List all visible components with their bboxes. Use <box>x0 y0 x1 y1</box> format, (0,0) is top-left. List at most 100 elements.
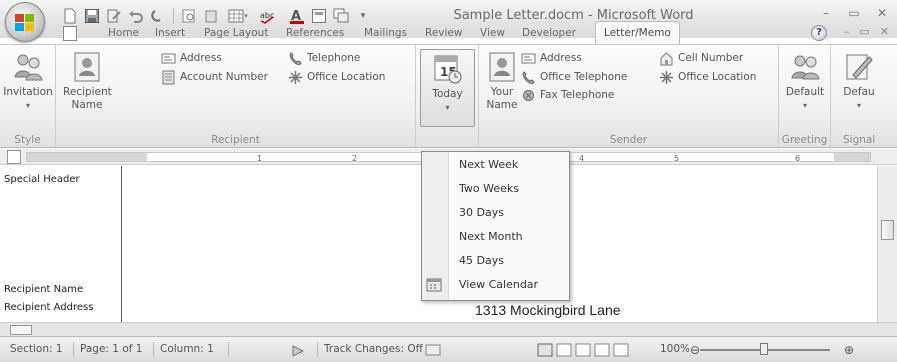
invitation-button[interactable]: Invitation ▾ <box>1 51 55 112</box>
signal-group: Defau ▾ Signal <box>831 45 897 149</box>
tab-page-layout[interactable]: Page Layout <box>204 22 268 44</box>
tab-review[interactable]: Review <box>425 22 462 44</box>
telephone-icon <box>522 70 535 84</box>
macro-recording-icon[interactable] <box>290 343 306 362</box>
house-icon <box>660 51 673 65</box>
recipient-telephone-button[interactable]: Telephone <box>288 49 360 67</box>
chevron-down-icon: ▾ <box>445 103 450 112</box>
calendar-clock-icon: 15 <box>434 55 461 84</box>
sender-office-location-button[interactable]: Office Location <box>659 68 756 86</box>
style-group-label: Style <box>14 134 41 146</box>
horizontal-scroll-thumb[interactable] <box>10 325 32 335</box>
telephone-label: Telephone <box>307 52 361 64</box>
insert-mode-icon[interactable] <box>425 343 441 360</box>
contact-card-icon <box>489 52 515 82</box>
doc-restore-button[interactable]: ▭ <box>859 25 869 38</box>
greeting-default-button[interactable]: Default ▾ <box>783 51 827 112</box>
office-telephone-button[interactable]: Office Telephone <box>521 68 627 86</box>
zoom-out-button[interactable]: ⊖ <box>690 343 700 357</box>
menu-item-next-month[interactable]: Next Month <box>450 225 568 249</box>
horizontal-scrollbar[interactable] <box>0 322 897 336</box>
fax-telephone-label: Fax Telephone <box>540 89 615 101</box>
minus-icon: ⊖ <box>690 343 701 357</box>
contact-card-icon <box>74 52 100 82</box>
greeting-default-label: Default <box>785 86 825 98</box>
cell-number-button[interactable]: Cell Number <box>659 49 743 67</box>
view-calendar-label: View Calendar <box>459 278 539 291</box>
separator <box>73 342 74 357</box>
fax-telephone-button[interactable]: Fax Telephone <box>521 86 614 104</box>
recipient-address-button[interactable]: Address <box>161 49 222 67</box>
sender-address-button[interactable]: Address <box>521 49 582 67</box>
your-name-label-2: Name <box>486 99 518 111</box>
ruler-number: 2 <box>352 154 358 163</box>
zoom-level[interactable]: 100% <box>660 343 690 355</box>
account-number-button[interactable]: Account Number <box>161 68 268 86</box>
tab-home[interactable]: Home <box>108 22 139 44</box>
view-buttons <box>537 343 633 360</box>
signal-group-label: Signal <box>843 134 876 146</box>
close-button[interactable]: ✕ <box>873 5 891 21</box>
view-layout-icons[interactable] <box>537 343 633 357</box>
vertical-scroll-thumb[interactable] <box>881 220 894 240</box>
address-card-icon <box>161 53 176 63</box>
people-icon <box>791 55 820 80</box>
document-window-controls: – ▭ ✕ <box>844 25 889 38</box>
menu-item-two-weeks[interactable]: Two Weeks <box>450 177 568 201</box>
tab-selector-button[interactable] <box>7 150 21 164</box>
style-recipient-name: Recipient Name <box>4 284 84 295</box>
doc-close-button[interactable]: ✕ <box>880 25 889 38</box>
zoom-slider-thumb[interactable] <box>760 343 768 355</box>
ruler-number: 1 <box>257 154 263 163</box>
ribbon: Invitation ▾ Style Recipient Name Addres… <box>0 44 897 149</box>
minimize-button[interactable]: – <box>817 5 835 21</box>
signature-pen-icon <box>846 54 873 80</box>
menu-item-next-week[interactable]: Next Week <box>450 153 568 177</box>
menu-item-45-days[interactable]: 45 Days <box>450 249 568 273</box>
recipient-name-button[interactable]: Recipient Name <box>63 51 112 112</box>
plus-icon: ⊕ <box>844 343 855 357</box>
status-column[interactable]: Column: 1 <box>160 343 214 355</box>
office-logo-icon <box>15 14 34 31</box>
window-controls: – ▭ ✕ <box>817 5 891 21</box>
separator <box>153 342 154 357</box>
status-page[interactable]: Page: 1 of 1 <box>80 343 142 355</box>
ribbon-tabs: Home Insert Page Layout References Maili… <box>0 21 897 45</box>
style-group: Invitation ▾ Style <box>0 45 56 149</box>
zoom-in-button[interactable]: ⊕ <box>844 343 854 357</box>
people-icon <box>14 54 43 81</box>
doc-minimize-button[interactable]: – <box>844 25 850 38</box>
body-text-line[interactable]: 1313 Mockingbird Lane <box>475 302 621 318</box>
tab-view[interactable]: View <box>480 22 505 44</box>
tab-letter-memo[interactable]: Letter/Memo <box>595 21 680 45</box>
document-mode-icon <box>425 344 441 356</box>
help-icon[interactable]: ? <box>811 25 827 41</box>
recipient-office-location-button[interactable]: Office Location <box>288 68 385 86</box>
ruler-margin-right <box>834 153 870 161</box>
today-dropdown-menu: Next Week Two Weeks 30 Days Next Month 4… <box>421 151 570 301</box>
status-section[interactable]: Section: 1 <box>10 343 63 355</box>
your-name-button[interactable]: Your Name <box>482 51 522 112</box>
building-icon <box>660 70 673 84</box>
chevron-down-icon: ▾ <box>25 101 30 110</box>
status-track-changes[interactable]: Track Changes: Off <box>324 343 423 355</box>
menu-item-view-calendar[interactable]: View Calendar <box>426 273 568 297</box>
separator <box>317 342 318 357</box>
office-button[interactable] <box>5 2 45 42</box>
tab-developer[interactable]: Developer <box>522 22 576 44</box>
tab-insert[interactable]: Insert <box>155 22 185 44</box>
signal-default-button[interactable]: Defau ▾ <box>837 51 881 112</box>
vertical-scrollbar[interactable] <box>877 166 897 322</box>
office-telephone-label: Office Telephone <box>540 71 628 83</box>
ruler-number: 5 <box>674 154 680 163</box>
today-button[interactable]: 15 Today ▾ <box>420 49 475 127</box>
ledger-icon <box>162 70 175 84</box>
menu-item-30-days[interactable]: 30 Days <box>450 201 568 225</box>
restore-button[interactable]: ▭ <box>845 5 863 21</box>
tab-mailings[interactable]: Mailings <box>364 22 407 44</box>
recipient-name-label-2: Name <box>71 99 103 111</box>
address-card-icon <box>521 53 536 63</box>
document-icon[interactable] <box>63 26 77 41</box>
status-bar: Section: 1 Page: 1 of 1 Column: 1 Track … <box>0 336 897 362</box>
tab-references[interactable]: References <box>286 22 344 44</box>
